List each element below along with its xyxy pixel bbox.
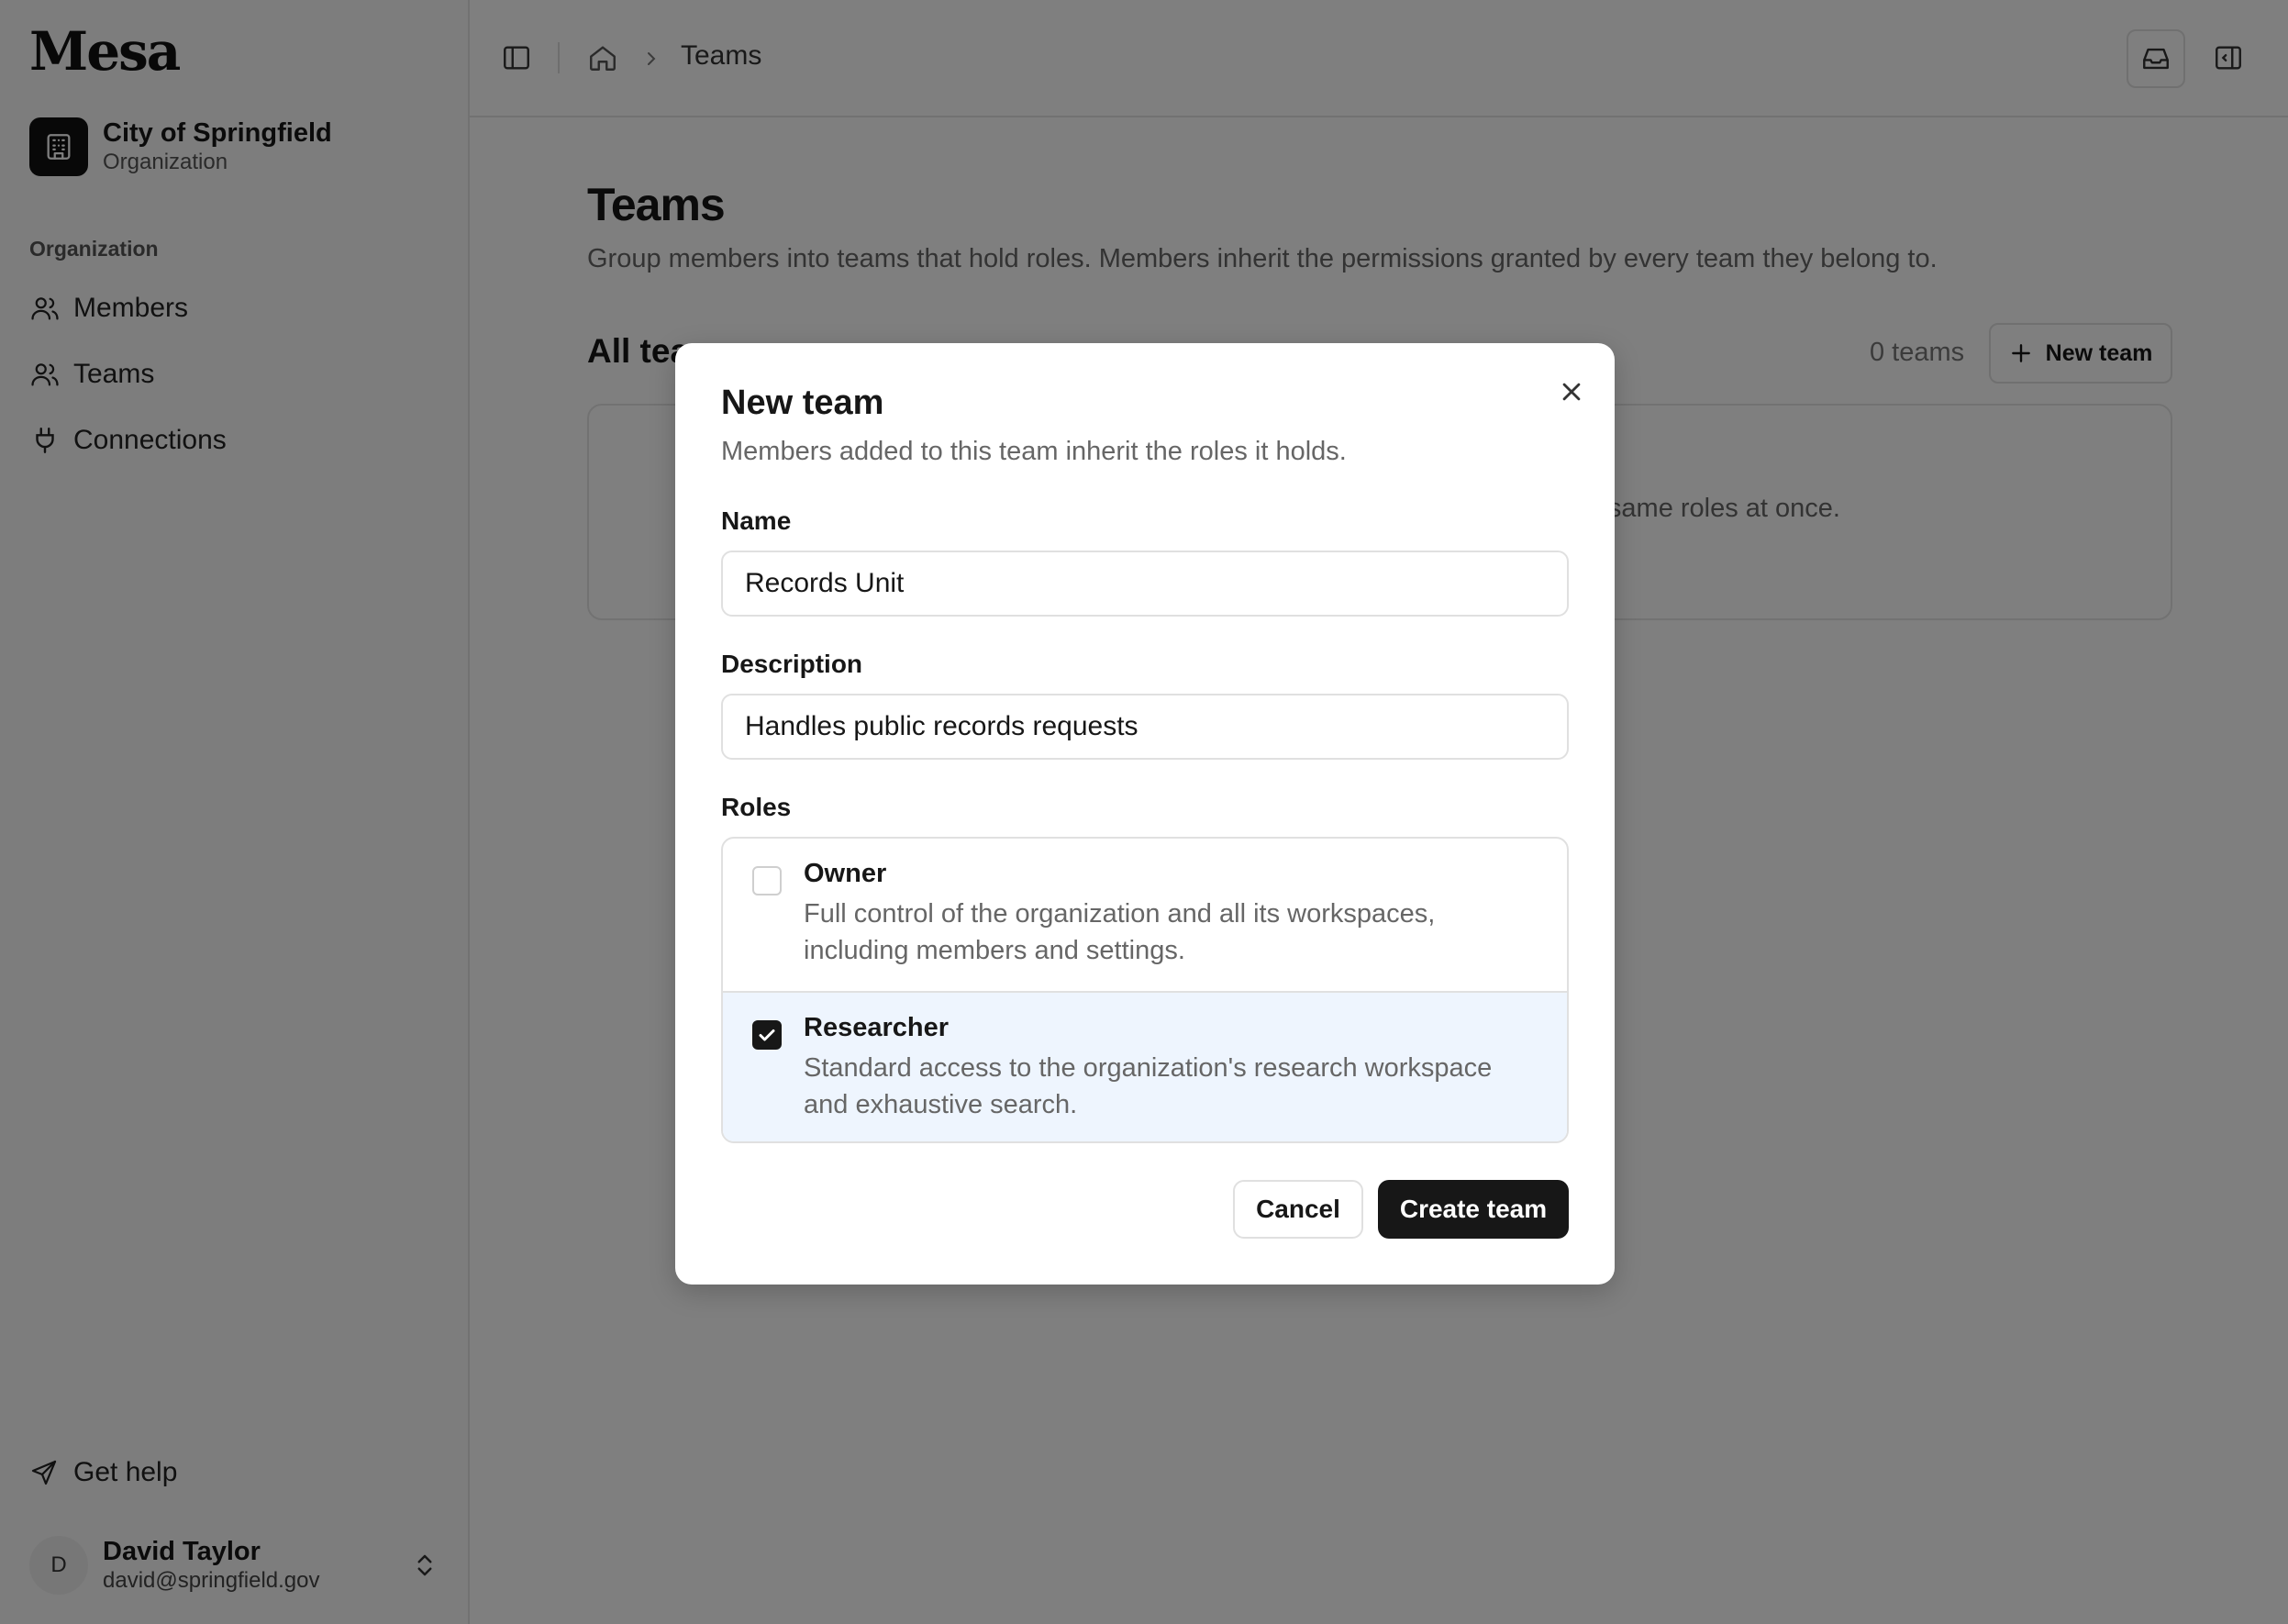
dialog-subtitle: Members added to this team inherit the r…: [721, 437, 1347, 466]
close-icon[interactable]: [1554, 374, 1589, 409]
researcher-checkbox[interactable]: [752, 1020, 782, 1050]
role-option-owner[interactable]: Owner Full control of the organization a…: [723, 839, 1567, 991]
team-name-input[interactable]: [721, 551, 1569, 617]
description-label: Description: [721, 650, 863, 678]
roles-label: Roles: [721, 793, 792, 821]
new-team-dialog: New team Members added to this team inhe…: [675, 343, 1615, 1285]
owner-checkbox[interactable]: [752, 866, 782, 895]
role-option-researcher[interactable]: Researcher Standard access to the organi…: [723, 991, 1567, 1141]
role-name: Owner: [804, 859, 887, 888]
role-description: Standard access to the organization's re…: [804, 1053, 1493, 1119]
name-label: Name: [721, 506, 792, 535]
team-description-input[interactable]: [721, 694, 1569, 760]
cancel-button[interactable]: Cancel: [1233, 1180, 1363, 1239]
role-description: Full control of the organization and all…: [804, 899, 1436, 965]
dialog-title: New team: [721, 384, 884, 422]
check-icon: [759, 1029, 775, 1041]
role-name: Researcher: [804, 1013, 949, 1042]
roles-list: Owner Full control of the organization a…: [721, 837, 1569, 1143]
create-team-button[interactable]: Create team: [1378, 1180, 1569, 1239]
